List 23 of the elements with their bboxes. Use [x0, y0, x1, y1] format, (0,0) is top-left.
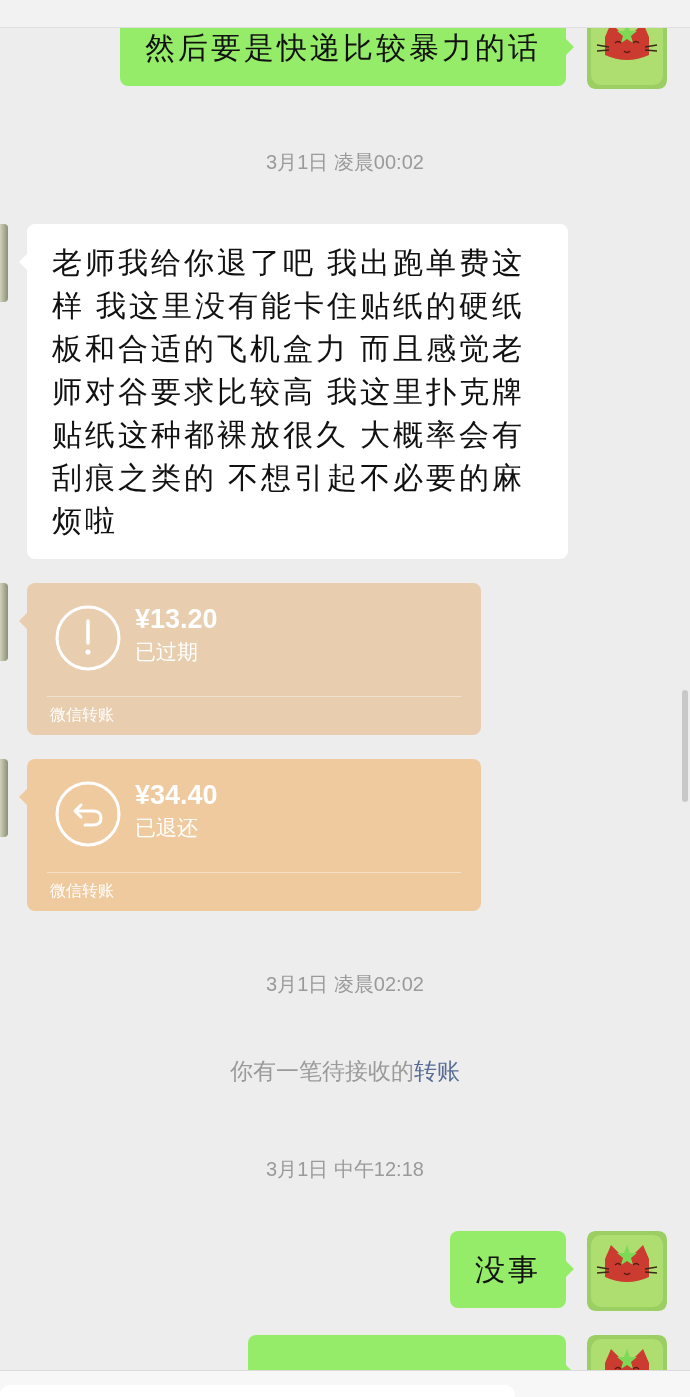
bubble-tail — [566, 39, 574, 55]
message-bubble[interactable]: 老师我给你退了吧 我出跑单费这样 我这里没有能卡住贴纸的硬纸板和合适的飞机盒力 而且感觉老师对谷要求比较高 我这里扑克牌贴纸这种都裸放很久 大概率会有刮痕之类的 不想引起不必要的麻烦啦 — [27, 224, 568, 559]
transfer-label: 微信转账 — [49, 881, 115, 901]
transfer-amount: ¥13.20 — [135, 603, 218, 636]
transfer-status: 已退还 — [135, 815, 199, 841]
scrollbar[interactable] — [682, 690, 688, 802]
transfer-status: 已过期 — [135, 639, 199, 665]
system-notice: 你有一笔待接收的转账 — [230, 1057, 460, 1085]
transfer-link[interactable]: 转账 — [414, 1058, 460, 1084]
transfer-amount: ¥34.40 — [135, 779, 218, 812]
bubble-tail — [566, 1261, 574, 1277]
timestamp: 3月1日 凌晨00:02 — [266, 150, 424, 175]
avatar[interactable] — [587, 28, 667, 89]
avatar[interactable] — [0, 224, 8, 302]
avatar[interactable] — [0, 759, 8, 837]
avatar[interactable] — [0, 583, 8, 661]
avatar[interactable] — [587, 1231, 667, 1311]
timestamp: 3月1日 凌晨02:02 — [266, 972, 424, 997]
message-bubble[interactable]: 然后要是快递比较暴力的话 — [120, 28, 566, 86]
timestamp: 3月1日 中午12:18 — [266, 1157, 424, 1182]
transfer-label: 微信转账 — [49, 705, 115, 725]
exclamation-icon — [55, 605, 121, 671]
message-bubble[interactable]: 没事 — [450, 1231, 566, 1308]
